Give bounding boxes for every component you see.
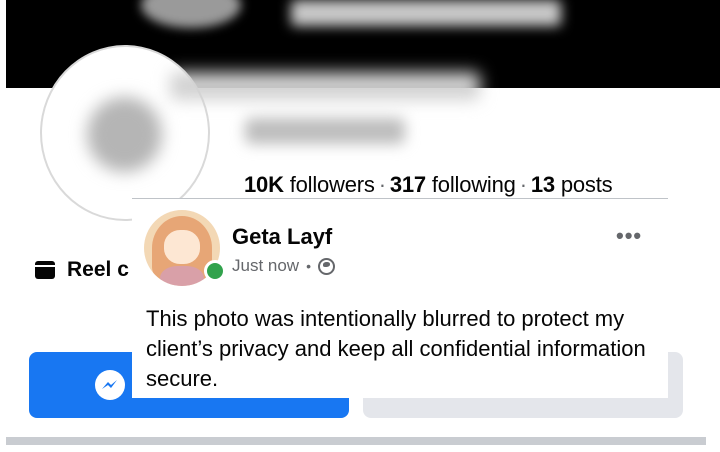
online-status-indicator (204, 260, 226, 282)
following-count: 317 (389, 172, 426, 197)
author-name[interactable]: Geta Layf (232, 224, 332, 250)
following-label: following (431, 172, 516, 197)
following-stat[interactable]: 317 following (390, 172, 516, 197)
globe-icon[interactable] (318, 257, 335, 275)
reel-label: Reel c (67, 258, 129, 281)
post-meta: Just now • (232, 256, 335, 276)
blurred-cover-icon (141, 0, 241, 28)
blurred-cover-text (291, 0, 561, 26)
reel-link[interactable]: Reel c (35, 258, 129, 282)
more-options-icon[interactable]: ••• (616, 225, 642, 247)
avatar-body (160, 266, 204, 286)
reel-icon (35, 261, 55, 279)
posts-count: 13 (530, 172, 555, 197)
posts-stat[interactable]: 13 posts (531, 172, 613, 197)
blurred-username (245, 118, 405, 144)
post-card: Geta Layf Just now • ••• This photo was … (132, 198, 668, 398)
followers-label: followers (289, 172, 375, 197)
post-text: This photo was intentionally blurred to … (146, 306, 646, 391)
stats-separator: · (378, 172, 386, 197)
profile-stats: 10K followers · 317 following · 13 posts (244, 172, 613, 198)
post-timestamp[interactable]: Just now (232, 256, 299, 276)
followers-count: 10K (244, 172, 284, 197)
avatar-face (164, 230, 200, 264)
posts-label: posts (560, 172, 613, 197)
blurred-profile-photo (87, 97, 162, 172)
stats-separator: · (519, 172, 527, 197)
blurred-profile-name (170, 72, 480, 100)
messenger-icon (95, 370, 125, 400)
section-divider (6, 437, 706, 445)
card-divider (132, 198, 668, 199)
meta-separator: • (306, 258, 311, 274)
followers-stat[interactable]: 10K followers (244, 172, 375, 197)
